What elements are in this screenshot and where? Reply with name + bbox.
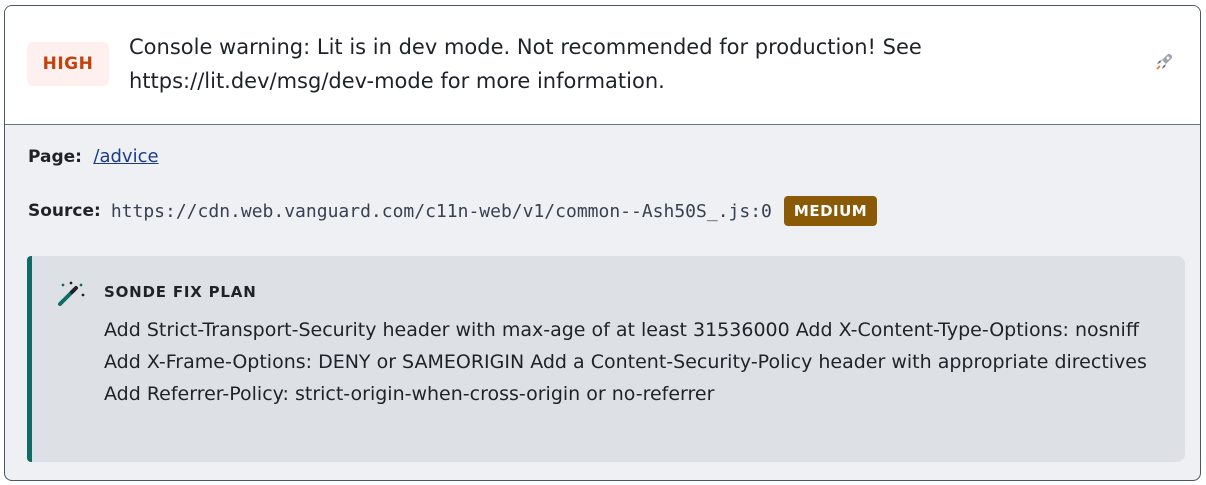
source-row: Source: https://cdn.web.vanguard.com/c11… bbox=[28, 196, 878, 226]
rocket-icon[interactable] bbox=[1152, 50, 1176, 74]
issue-title: Console warning: Lit is in dev mode. Not… bbox=[129, 35, 922, 93]
page-label: Page: bbox=[28, 147, 82, 167]
source-label: Source: bbox=[28, 201, 101, 221]
magic-wand-icon bbox=[56, 280, 92, 308]
source-url: https://cdn.web.vanguard.com/c11n-web/v1… bbox=[110, 200, 772, 222]
issue-card: HIGH Console warning: Lit is in dev mode… bbox=[4, 5, 1201, 481]
page-row: Page: /advice bbox=[28, 146, 159, 167]
fix-plan-title: SONDE FIX PLAN bbox=[104, 283, 257, 301]
fix-plan-panel: SONDE FIX PLAN Add Strict-Transport-Secu… bbox=[27, 256, 1185, 462]
severity-badge: HIGH bbox=[27, 42, 109, 86]
issue-header[interactable]: HIGH Console warning: Lit is in dev mode… bbox=[5, 6, 1200, 125]
source-severity-badge: MEDIUM bbox=[783, 196, 878, 226]
fix-plan-text: Add Strict-Transport-Security header wit… bbox=[104, 319, 1147, 405]
page-link[interactable]: /advice bbox=[93, 146, 158, 167]
